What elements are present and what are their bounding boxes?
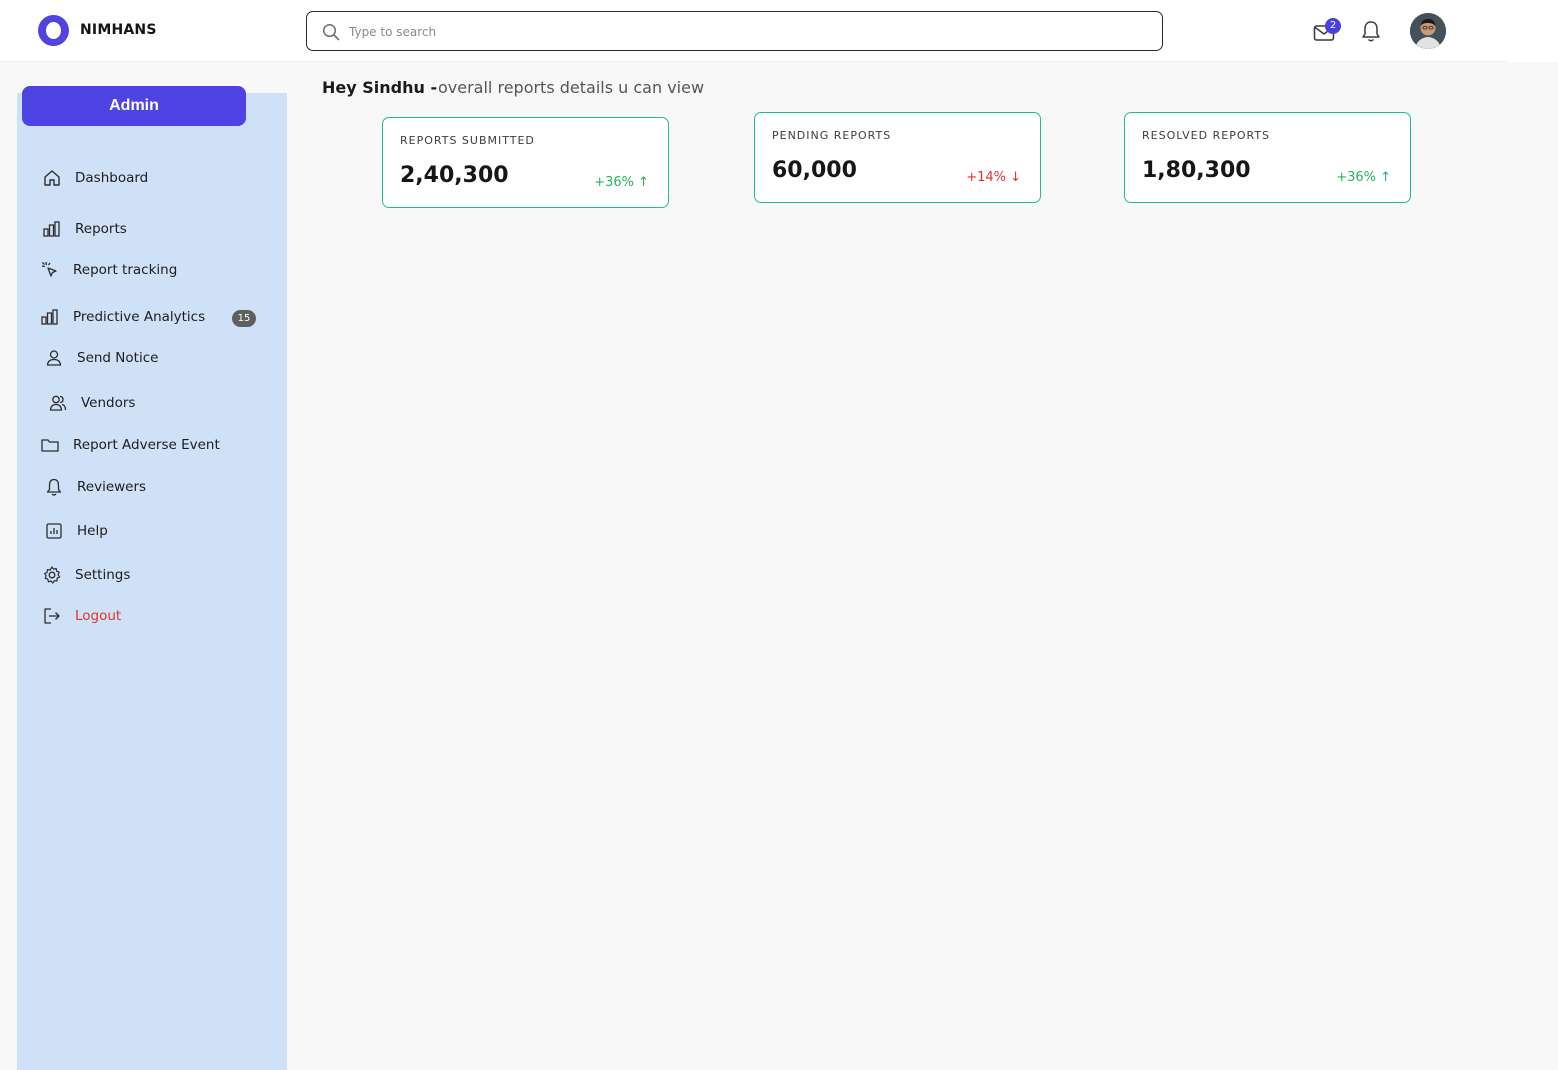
stat-change: +14% ↓ <box>966 170 1021 185</box>
stat-title: PENDING REPORTS <box>772 129 892 142</box>
search-bar[interactable] <box>306 11 1163 51</box>
avatar[interactable] <box>1410 13 1446 49</box>
stat-title: RESOLVED REPORTS <box>1142 129 1271 142</box>
admin-role-button[interactable]: Admin <box>22 86 246 126</box>
bell-icon <box>46 478 62 496</box>
search-input[interactable] <box>349 21 1139 43</box>
notification-count-badge: 15 <box>232 310 256 327</box>
logout-icon <box>44 608 60 624</box>
gear-icon <box>44 566 61 584</box>
cursor-click-icon <box>41 261 57 277</box>
sidebar-item-label: Settings <box>75 567 131 583</box>
bell-icon[interactable] <box>1360 19 1382 43</box>
stat-change: +36% ↑ <box>1336 170 1391 185</box>
stat-card-pending-reports[interactable]: PENDING REPORTS 60,000 +14% ↓ <box>754 112 1041 203</box>
greeting-subtitle: overall reports details u can view <box>438 78 705 97</box>
sidebar-item-label: Report Adverse Event <box>73 437 220 453</box>
sidebar-item-label: Dashboard <box>75 170 149 186</box>
user-icon <box>46 350 62 366</box>
home-icon <box>44 170 60 186</box>
sidebar-item-report-tracking[interactable]: Report tracking <box>40 258 177 282</box>
logo-icon <box>38 15 69 46</box>
sidebar-item-help[interactable]: Help <box>44 519 108 543</box>
bar-chart-icon <box>43 221 60 237</box>
chart-box-icon <box>46 523 62 539</box>
stat-value: 60,000 <box>772 158 857 183</box>
sidebar-item-report-adverse-event[interactable]: Report Adverse Event <box>40 433 220 457</box>
mail-count-badge: 2 <box>1325 18 1341 34</box>
sidebar-item-reviewers[interactable]: Reviewers <box>44 475 146 499</box>
top-header: NIMHANS 2 <box>0 0 1507 62</box>
search-icon <box>322 23 340 41</box>
sidebar-item-dashboard[interactable]: Dashboard <box>42 166 148 190</box>
sidebar-item-reports[interactable]: Reports <box>42 217 127 241</box>
greeting-name: Hey Sindhu - <box>322 78 438 97</box>
brand-name: NIMHANS <box>80 22 157 38</box>
sidebar-item-label: Logout <box>75 608 122 624</box>
bar-chart-icon <box>41 309 58 325</box>
folder-icon <box>41 439 59 452</box>
sidebar-item-send-notice[interactable]: Send Notice <box>44 346 158 370</box>
sidebar-item-label: Reports <box>75 221 127 237</box>
sidebar-item-predictive-analytics[interactable]: Predictive Analytics <box>40 305 205 329</box>
sidebar-item-vendors[interactable]: Vendors <box>48 391 135 415</box>
sidebar-item-label: Reviewers <box>77 479 147 495</box>
users-icon <box>49 395 67 411</box>
stat-card-reports-submitted[interactable]: REPORTS SUBMITTED 2,40,300 +36% ↑ <box>382 117 669 208</box>
stat-value: 2,40,300 <box>400 163 509 188</box>
sidebar-item-label: Report tracking <box>73 262 178 278</box>
sidebar-item-label: Send Notice <box>77 350 159 366</box>
sidebar-item-label: Vendors <box>81 395 136 411</box>
stat-card-resolved-reports[interactable]: RESOLVED REPORTS 1,80,300 +36% ↑ <box>1124 112 1411 203</box>
sidebar-item-logout[interactable]: Logout <box>42 604 121 628</box>
sidebar-item-label: Help <box>77 523 108 539</box>
stat-title: REPORTS SUBMITTED <box>400 134 535 147</box>
stat-change: +36% ↑ <box>594 175 649 190</box>
sidebar-item-settings[interactable]: Settings <box>42 563 130 587</box>
sidebar-item-label: Predictive Analytics <box>73 309 206 325</box>
stat-value: 1,80,300 <box>1142 158 1251 183</box>
